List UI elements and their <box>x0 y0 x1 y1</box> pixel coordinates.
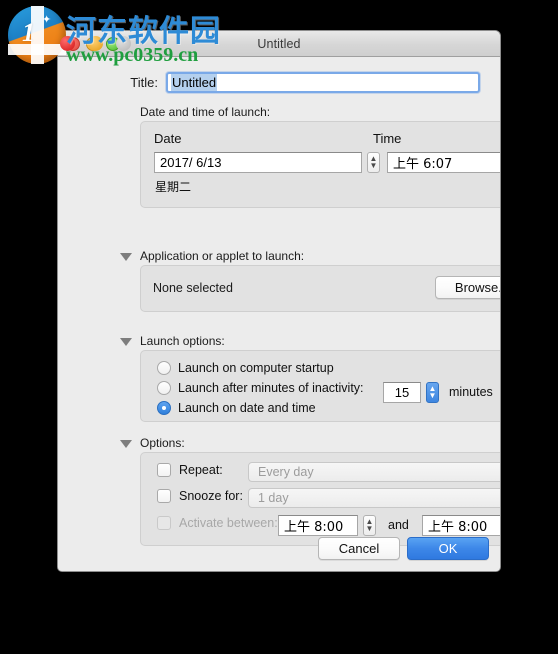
cancel-button[interactable]: Cancel <box>318 537 400 560</box>
browse-button[interactable]: Browse... <box>435 276 500 299</box>
ok-button[interactable]: OK <box>407 537 489 560</box>
launch-options-disclosure-triangle-icon[interactable] <box>120 338 132 346</box>
window-title: Untitled <box>257 36 301 51</box>
activate-between-checkbox[interactable] <box>157 516 171 530</box>
date-time-group-label: Date and time of launch: <box>140 105 271 119</box>
snooze-label: Snooze for: <box>179 489 243 503</box>
minimize-window-button[interactable] <box>86 37 100 51</box>
repeat-row[interactable]: Repeat: <box>157 463 223 477</box>
options-section: Options: Repeat: Every day ▲▼ Snooze f <box>58 436 500 548</box>
radio-label-date-time: Launch on date and time <box>178 401 316 415</box>
radio-launch-after-inactivity[interactable]: Launch after minutes of inactivity: <box>157 379 364 397</box>
window-titlebar[interactable]: Untitled <box>58 31 500 57</box>
dialog-window: Untitled Title: Untitled Date and time o… <box>57 30 501 572</box>
zoom-window-button[interactable] <box>106 37 120 51</box>
snooze-row[interactable]: Snooze for: <box>157 489 243 503</box>
activate-between-row[interactable]: Activate between: <box>157 516 278 530</box>
launch-options-group-label: Launch options: <box>140 334 225 348</box>
repeat-dropdown-value: Every day <box>258 465 314 479</box>
radio-icon-date-time[interactable] <box>157 401 171 415</box>
activate-from-time-field[interactable]: 上午 8:00 <box>278 515 358 536</box>
repeat-checkbox[interactable] <box>157 463 171 477</box>
activate-and-label: and <box>388 518 409 532</box>
date-time-group-box: Date Time 2017/ 6/13 ▲ ▼ 上午 6:07 ▲ ▼ 星期二 <box>140 121 500 208</box>
screen: Untitled Title: Untitled Date and time o… <box>0 0 558 654</box>
radio-launch-on-startup[interactable]: Launch on computer startup <box>157 359 334 377</box>
title-label: Title: <box>130 74 158 90</box>
dialog-footer: Cancel OK <box>58 537 500 562</box>
application-group-box: None selected Browse... <box>140 265 500 312</box>
options-disclosure-triangle-icon[interactable] <box>120 440 132 448</box>
date-column-header: Date <box>154 131 182 146</box>
repeat-dropdown[interactable]: Every day ▲▼ <box>248 462 500 482</box>
logo-vertical-band <box>31 6 44 64</box>
options-group-label: Options: <box>140 436 185 450</box>
radio-icon-inactivity[interactable] <box>157 381 171 395</box>
weekday-label: 星期二 <box>155 180 192 194</box>
activate-to-time-field[interactable]: 上午 8:00 <box>422 515 500 536</box>
title-input[interactable]: Untitled <box>166 71 480 93</box>
application-disclosure-triangle-icon[interactable] <box>120 253 132 261</box>
radio-label-startup: Launch on computer startup <box>178 361 334 375</box>
options-group-box: Repeat: Every day ▲▼ Snooze for: 1 day ▲… <box>140 452 500 546</box>
date-time-section: Date and time of launch: Date Time 2017/… <box>58 105 500 210</box>
snooze-dropdown[interactable]: 1 day ▲▼ <box>248 488 500 508</box>
repeat-label: Repeat: <box>179 463 223 477</box>
activate-between-label: Activate between: <box>179 516 278 530</box>
application-status-label: None selected <box>153 281 233 295</box>
date-stepper-down-icon[interactable]: ▼ <box>370 161 378 170</box>
close-window-button[interactable] <box>66 37 80 51</box>
dialog-body: Title: Untitled Date and time of launch:… <box>58 57 500 571</box>
inactivity-minutes-input[interactable]: 15 <box>383 382 421 403</box>
title-row: Title: Untitled <box>58 70 500 94</box>
snooze-checkbox[interactable] <box>157 489 171 503</box>
logo-digit: 1 <box>22 18 35 47</box>
date-field[interactable]: 2017/ 6/13 <box>154 152 362 173</box>
inactivity-stepper[interactable]: ▲ ▼ <box>426 382 439 403</box>
activate-from-stepper[interactable]: ▲ ▼ <box>363 515 376 536</box>
radio-label-inactivity: Launch after minutes of inactivity: <box>178 381 364 395</box>
logo-star-icon: ✦ <box>42 14 52 26</box>
activate-from-stepper-down-icon[interactable]: ▼ <box>366 524 374 533</box>
title-input-value: Untitled <box>171 73 218 91</box>
radio-launch-on-date-time[interactable]: Launch on date and time <box>157 399 316 417</box>
radio-icon-startup[interactable] <box>157 361 171 375</box>
time-field[interactable]: 上午 6:07 <box>387 152 500 173</box>
inactivity-stepper-down-icon[interactable]: ▼ <box>429 391 437 400</box>
launch-options-group-box: Launch on computer startup Launch after … <box>140 350 500 422</box>
application-section: Application or applet to launch: None se… <box>58 249 500 314</box>
application-group-label: Application or applet to launch: <box>140 249 305 263</box>
snooze-dropdown-value: 1 day <box>258 491 289 505</box>
inactivity-unit-label: minutes <box>449 385 493 399</box>
date-stepper[interactable]: ▲ ▼ <box>367 152 380 173</box>
time-column-header: Time <box>373 131 402 146</box>
launch-options-section: Launch options: Launch on computer start… <box>58 334 500 424</box>
